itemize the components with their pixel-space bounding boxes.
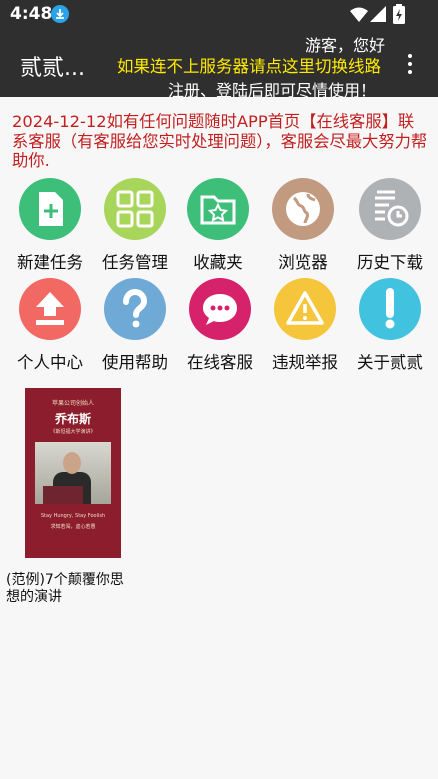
signal-icon (370, 6, 386, 26)
menu-label: 使用帮助 (102, 353, 168, 372)
warning-icon (274, 278, 336, 340)
login-hint[interactable]: 注册、登陆后即可尽情使用！ (168, 77, 376, 101)
menu-item-about[interactable]: 关于贰贰 (350, 278, 430, 373)
upload-icon (19, 278, 81, 340)
download-icon (51, 5, 69, 23)
menu-label: 个人中心 (17, 353, 83, 372)
menu-item-report[interactable]: 违规举报 (265, 278, 345, 373)
menu-label: 违规举报 (272, 353, 338, 372)
question-icon (104, 278, 166, 340)
menu-label: 在线客服 (187, 353, 253, 372)
cover-photo (35, 442, 111, 504)
menu-item-profile[interactable]: 个人中心 (10, 278, 90, 373)
grid-icon (104, 178, 166, 240)
cover-name: 乔布斯 (54, 412, 91, 426)
menu-item-new-task[interactable]: 新建任务 (10, 178, 90, 273)
status-bar: 4:48 (0, 0, 438, 30)
cover-quote-en: Stay Hungry, Stay Foolish (40, 513, 106, 519)
status-time: 4:48 (10, 4, 53, 24)
chat-icon (189, 278, 251, 340)
menu-label: 新建任务 (17, 253, 83, 272)
app-bar: 贰贰... 游客，您好 如果连不上服务器请点这里切换线路 注册、登陆后即可尽情使… (0, 30, 438, 100)
battery-icon (393, 4, 405, 28)
menu-item-browser[interactable]: 浏览器 (263, 178, 343, 273)
menu-label: 任务管理 (102, 253, 168, 272)
exclamation-icon (359, 278, 421, 340)
menu-item-favorites[interactable]: 收藏夹 (178, 178, 258, 273)
globe-icon (272, 178, 334, 240)
menu-label: 关于贰贰 (357, 353, 423, 372)
menu-item-online-service[interactable]: 在线客服 (180, 278, 260, 373)
menu-item-help[interactable]: 使用帮助 (95, 278, 175, 373)
switch-server-link[interactable]: 如果连不上服务器请点这里切换线路 (117, 53, 381, 77)
document-title[interactable]: (范例)7个颠覆你思想的演讲 (6, 572, 136, 606)
menu-label: 历史下载 (357, 253, 423, 272)
document-cover[interactable]: 苹果公司创始人 乔布斯 《斯坦福大学演讲》 Stay Hungry, Stay … (25, 388, 121, 558)
star-folder-icon (187, 178, 249, 240)
new-file-icon (19, 178, 81, 240)
menu-label: 浏览器 (278, 253, 328, 272)
menu-item-task-manage[interactable]: 任务管理 (95, 178, 175, 273)
cover-line2: 《斯坦福大学演讲》 (50, 429, 96, 435)
wifi-icon (350, 7, 368, 27)
history-icon (359, 178, 421, 240)
menu-label: 收藏夹 (193, 253, 243, 272)
cover-quote-cn: 求知若渴，虚心若愚 (50, 524, 96, 530)
app-title: 贰贰... (20, 56, 85, 81)
more-menu-icon[interactable] (403, 52, 417, 76)
notice-text: 2024-12-12如有任何问题随时APP首页【在线客服】联系客服（有客服给您实… (12, 112, 428, 170)
cover-line1: 苹果公司创始人 (51, 400, 94, 407)
menu-item-history[interactable]: 历史下载 (350, 178, 430, 273)
